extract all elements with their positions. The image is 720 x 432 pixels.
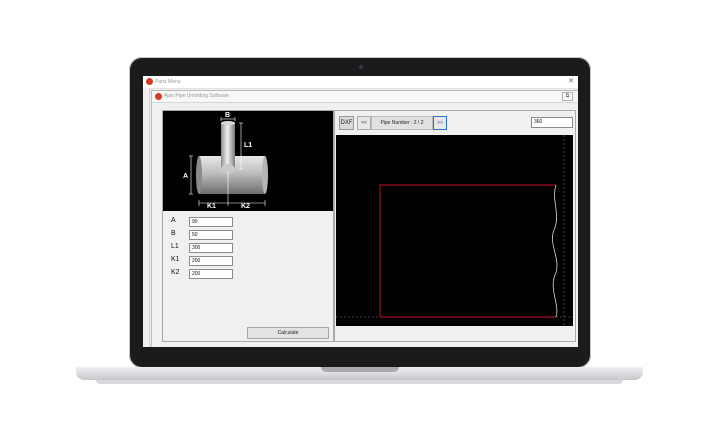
parameters-panel: B L1 A K1 K2 A 90 B 50 L1 300 K1 200 K2 …	[162, 110, 334, 342]
unfold-outline-top	[379, 184, 556, 317]
field-a-input[interactable]: 90	[189, 217, 233, 227]
degrees-input[interactable]: 360	[531, 117, 573, 128]
laptop-screen: Parts Menu ✕ Ajan Pipe Unfolding Softwar…	[143, 76, 578, 347]
calculate-button[interactable]: Calculate	[247, 327, 329, 339]
laptop-bezel-bottom	[143, 347, 578, 361]
next-pipe-button[interactable]: >>	[433, 116, 447, 130]
restore-button[interactable]: ⧉	[562, 92, 573, 101]
main-pipe-end-left	[196, 156, 202, 194]
pipe-unfolding-window: Ajan Pipe Unfolding Software ⧉ B L1 A K1…	[151, 90, 578, 347]
field-k1-label: K1	[171, 256, 180, 263]
field-k2-input[interactable]: 200	[189, 269, 233, 279]
pipe-diagram-drawing: B L1 A K1 K2	[183, 112, 268, 210]
app-logo-icon	[155, 93, 162, 100]
field-l1-label: L1	[171, 243, 179, 250]
field-l1-input[interactable]: 300	[189, 243, 233, 253]
parts-menu-title: Parts Menu	[155, 79, 181, 85]
pipe-diagram: B L1 A K1 K2	[163, 111, 333, 211]
main-pipe-end-right	[262, 156, 268, 194]
dxf-export-button[interactable]: DXF	[339, 116, 354, 130]
field-b-label: B	[171, 230, 176, 237]
app-logo-icon	[146, 78, 153, 85]
pipe-number-label: Pipe Number : 2 \ 2	[371, 116, 433, 130]
unfold-curve	[552, 184, 558, 318]
diagram-label-k1: K1	[207, 203, 216, 210]
diagram-label-l1: L1	[244, 142, 252, 149]
field-k2-label: K2	[171, 269, 180, 276]
parts-menu-titlebar: Parts Menu ✕	[143, 76, 578, 89]
parts-menu-side-strip	[143, 88, 150, 347]
close-icon[interactable]: ✕	[568, 77, 574, 85]
previous-pipe-button[interactable]: <<	[357, 116, 371, 130]
unfold-drawing	[336, 135, 573, 326]
pipe-unfolding-titlebar: Ajan Pipe Unfolding Software ⧉	[152, 91, 578, 103]
diagram-label-b: B	[225, 112, 230, 119]
window-title: Ajan Pipe Unfolding Software	[164, 93, 230, 99]
laptop-base-notch	[321, 367, 399, 372]
branch-pipe-shape	[221, 123, 235, 169]
diagram-label-k2: K2	[241, 203, 250, 210]
camera-dot	[359, 65, 363, 69]
unfold-preview-panel: DXF << Pipe Number : 2 \ 2 >> 360	[334, 110, 576, 342]
unfold-canvas[interactable]	[336, 135, 573, 326]
laptop-base-shadow	[96, 380, 623, 384]
preview-toolbar: DXF << Pipe Number : 2 \ 2 >> 360	[335, 111, 575, 133]
field-a-label: A	[171, 217, 176, 224]
branch-pipe-top	[221, 121, 235, 125]
field-b-input[interactable]: 50	[189, 230, 233, 240]
field-k1-input[interactable]: 200	[189, 256, 233, 266]
diagram-label-a: A	[183, 173, 188, 180]
